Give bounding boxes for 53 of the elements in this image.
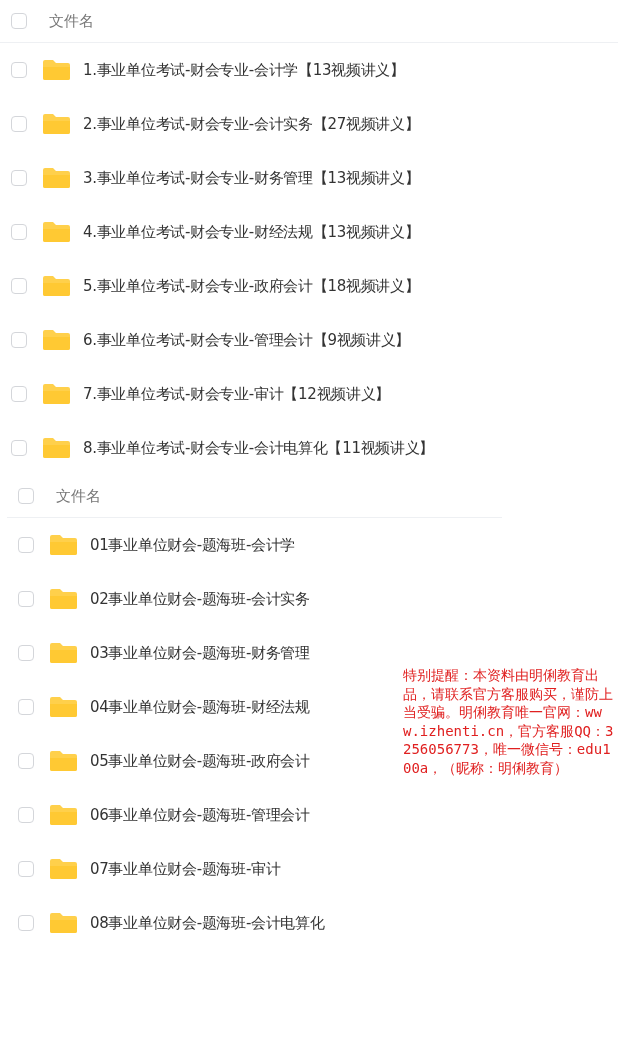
file-name[interactable]: 8.事业单位考试-财会专业-会计电算化【11视频讲义】 <box>83 438 435 458</box>
file-name[interactable]: 02事业单位财会-题海班-会计实务 <box>90 589 310 609</box>
file-name[interactable]: 03事业单位财会-题海班-财务管理 <box>90 643 310 663</box>
file-name[interactable]: 05事业单位财会-题海班-政府会计 <box>90 751 310 771</box>
checkbox[interactable] <box>18 753 34 769</box>
checkbox[interactable] <box>11 13 27 29</box>
file-name[interactable]: 01事业单位财会-题海班-会计学 <box>90 535 296 555</box>
file-name[interactable]: 6.事业单位考试-财会专业-管理会计【9视频讲义】 <box>83 330 411 350</box>
checkbox[interactable] <box>11 332 27 348</box>
file-name[interactable]: 2.事业单位考试-财会专业-会计实务【27视频讲义】 <box>83 114 420 134</box>
checkbox[interactable] <box>11 170 27 186</box>
checkbox[interactable] <box>11 224 27 240</box>
checkbox[interactable] <box>18 699 34 715</box>
folder-icon <box>49 642 78 664</box>
file-name[interactable]: 08事业单位财会-题海班-会计电算化 <box>90 913 325 933</box>
column-header: 文件名 <box>56 486 101 506</box>
file-name[interactable]: 07事业单位财会-题海班-审计 <box>90 859 281 879</box>
checkbox[interactable] <box>18 537 34 553</box>
file-name[interactable]: 4.事业单位考试-财会专业-财经法规【13视频讲义】 <box>83 222 420 242</box>
folder-icon <box>49 696 78 718</box>
notice-text: 特别提醒：本资料由明俐教育出品，请联系官方客服购买，谨防上当受骗。明俐教育唯一官网：www.izhenti.cn，官方客服QQ：3256056773，唯一微信号：edu100a，（昵称：明俐教育） <box>403 666 615 778</box>
file-name[interactable]: 04事业单位财会-题海班-财经法规 <box>90 697 310 717</box>
folder-icon <box>42 383 71 405</box>
file-name[interactable]: 3.事业单位考试-财会专业-财务管理【13视频讲义】 <box>83 168 420 188</box>
checkbox[interactable] <box>11 116 27 132</box>
file-name[interactable]: 7.事业单位考试-财会专业-审计【12视频讲义】 <box>83 384 391 404</box>
folder-icon <box>49 588 78 610</box>
folder-icon <box>49 750 78 772</box>
folder-icon <box>42 59 71 81</box>
checkbox[interactable] <box>18 645 34 661</box>
folder-icon <box>42 329 71 351</box>
folder-icon <box>42 275 71 297</box>
folder-icon <box>42 437 71 459</box>
folder-icon <box>49 858 78 880</box>
file-name[interactable]: 5.事业单位考试-财会专业-政府会计【18视频讲义】 <box>83 276 420 296</box>
folder-icon <box>42 113 71 135</box>
checkbox[interactable] <box>11 440 27 456</box>
checkbox[interactable] <box>18 861 34 877</box>
checkbox[interactable] <box>18 591 34 607</box>
checkbox[interactable] <box>18 915 34 931</box>
folder-icon <box>42 167 71 189</box>
checkbox[interactable] <box>11 62 27 78</box>
checkbox[interactable] <box>11 386 27 402</box>
folder-icon <box>49 804 78 826</box>
checkbox[interactable] <box>11 278 27 294</box>
file-name[interactable]: 1.事业单位考试-财会专业-会计学【13视频讲义】 <box>83 60 405 80</box>
folder-icon <box>42 221 71 243</box>
checkbox[interactable] <box>18 488 34 504</box>
file-name[interactable]: 06事业单位财会-题海班-管理会计 <box>90 805 310 825</box>
checkbox[interactable] <box>18 807 34 823</box>
folder-icon <box>49 534 78 556</box>
column-header: 文件名 <box>49 11 94 31</box>
folder-icon <box>49 912 78 934</box>
